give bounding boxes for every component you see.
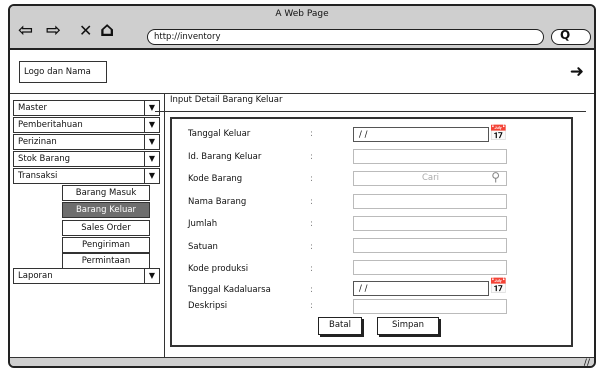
logout-icon[interactable]: ➜ [570, 62, 584, 82]
sidebar: Master ▼ Pemberitahuan ▼ Perizinan ▼ Stok B… [10, 94, 165, 366]
menu-label: Master [18, 103, 48, 113]
simpan-button[interactable]: Simpan [377, 317, 439, 335]
submenu-sales-order[interactable]: Sales Order [62, 220, 150, 236]
browser-titlebar: A Web Page ⇦ ⇨ ✕ ⌂ http://inventory Q [10, 6, 594, 50]
menu-label: Stok Barang [18, 154, 71, 164]
nama-barang-label: Nama Barang [188, 197, 247, 207]
colon: : [310, 264, 313, 274]
colon: : [310, 242, 313, 252]
calendar-icon[interactable]: 📅 [489, 279, 508, 294]
sidebar-menu-transaksi[interactable]: Transaksi ▼ [13, 168, 160, 184]
tanggal-keluar-label: Tanggal Keluar [188, 129, 251, 139]
sidebar-menu-perizinan[interactable]: Perizinan ▼ [13, 134, 160, 150]
close-icon[interactable]: ✕ [79, 22, 92, 40]
colon: : [310, 219, 313, 229]
submenu-pengiriman[interactable]: Pengiriman [62, 237, 150, 253]
search-icon: Q [560, 28, 571, 42]
satuan-field[interactable] [353, 238, 507, 253]
batal-button[interactable]: Batal [318, 317, 362, 335]
chevron-down-icon[interactable]: ▼ [144, 135, 159, 149]
resize-grip-icon[interactable]: // [584, 358, 590, 366]
colon: : [310, 174, 313, 184]
tanggal-kadaluarsa-label: Tanggal Kadaluarsa [188, 285, 271, 295]
back-icon[interactable]: ⇦ [18, 22, 33, 40]
chevron-down-icon[interactable]: ▼ [144, 118, 159, 132]
app-header: Logo dan Nama ➜ [10, 50, 594, 94]
title-divider [155, 111, 586, 112]
submenu-permintaan[interactable]: Permintaan [62, 253, 150, 269]
app-logo: Logo dan Nama [19, 61, 107, 83]
kode-produksi-label: Kode produksi [188, 264, 249, 274]
search-icon[interactable]: ⚲ [491, 170, 500, 184]
menu-label: Pemberitahuan [18, 120, 83, 130]
colon: : [310, 197, 313, 207]
tanggal-keluar-field[interactable]: / / [353, 127, 489, 142]
sidebar-menu-laporan[interactable]: Laporan ▼ [13, 268, 160, 284]
id-barang-keluar-label: Id. Barang Keluar [188, 152, 262, 162]
sidebar-menu-stok-barang[interactable]: Stok Barang ▼ [13, 151, 160, 167]
colon: : [310, 152, 313, 162]
chevron-down-icon[interactable]: ▼ [144, 269, 159, 283]
nama-barang-field[interactable] [353, 194, 507, 209]
deskripsi-field[interactable] [353, 299, 507, 314]
home-icon[interactable]: ⌂ [100, 19, 114, 39]
tanggal-kadaluarsa-field[interactable]: / / [353, 281, 489, 296]
kode-barang-search-input[interactable]: Cari ⚲ [353, 170, 507, 186]
calendar-icon[interactable]: 📅 [489, 126, 508, 141]
menu-label: Transaksi [18, 171, 58, 181]
satuan-label: Satuan [188, 242, 218, 252]
jumlah-field[interactable] [353, 216, 507, 231]
window-title: A Web Page [275, 9, 329, 19]
forward-icon[interactable]: ⇨ [46, 22, 61, 40]
colon: : [310, 129, 313, 139]
colon: : [310, 285, 313, 295]
kode-produksi-field[interactable] [353, 260, 507, 275]
chevron-down-icon[interactable]: ▼ [144, 152, 159, 166]
id-barang-keluar-field[interactable] [353, 149, 507, 164]
chevron-down-icon[interactable]: ▼ [144, 169, 159, 183]
deskripsi-label: Deskripsi [188, 301, 228, 311]
page-title: Input Detail Barang Keluar [170, 95, 283, 105]
sidebar-menu-pemberitahuan[interactable]: Pemberitahuan ▼ [13, 117, 160, 133]
menu-label: Laporan [18, 271, 53, 281]
search-placeholder: Cari [422, 173, 439, 183]
sidebar-menu-master[interactable]: Master ▼ [13, 100, 160, 116]
browser-search-button[interactable]: Q [551, 28, 591, 45]
submenu-barang-keluar[interactable]: Barang Keluar [62, 202, 150, 218]
colon: : [310, 301, 313, 311]
menu-label: Perizinan [18, 137, 57, 147]
submenu-barang-masuk[interactable]: Barang Masuk [62, 185, 150, 201]
status-bar: // [10, 357, 594, 366]
kode-barang-label: Kode Barang [188, 174, 243, 184]
url-bar[interactable]: http://inventory [147, 29, 544, 45]
jumlah-label: Jumlah [188, 219, 218, 229]
chevron-down-icon[interactable]: ▼ [144, 101, 159, 115]
